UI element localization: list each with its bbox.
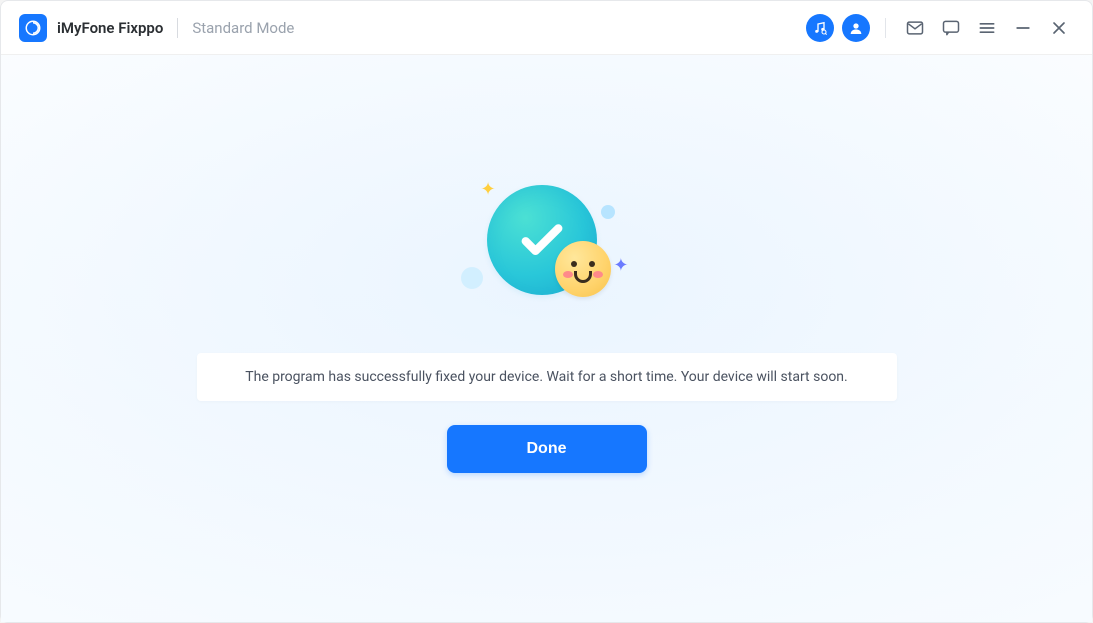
titlebar: iMyFone Fixppo Standard Mode: [1, 1, 1092, 55]
music-search-icon: [806, 14, 834, 42]
sparkle-icon: ✦: [481, 179, 496, 200]
close-button[interactable]: [1044, 13, 1074, 43]
titlebar-actions: [805, 13, 1074, 43]
decoration-dot: [461, 267, 483, 289]
minimize-button[interactable]: [1008, 13, 1038, 43]
separator: [177, 18, 178, 38]
app-logo: [19, 14, 47, 42]
chat-button[interactable]: [936, 13, 966, 43]
app-title: iMyFone Fixppo: [57, 19, 163, 37]
menu-button[interactable]: [972, 13, 1002, 43]
music-search-button[interactable]: [805, 13, 835, 43]
logo-glyph-icon: [24, 19, 42, 37]
decoration-dot: [601, 205, 615, 219]
mail-button[interactable]: [900, 13, 930, 43]
separator: [885, 18, 886, 38]
chat-icon: [941, 18, 961, 38]
mode-label: Standard Mode: [192, 19, 294, 37]
minimize-icon: [1013, 18, 1033, 38]
done-button[interactable]: Done: [447, 425, 647, 473]
main-content: ✦ ✦ The program has successfully fixed y…: [1, 55, 1092, 622]
sparkle-icon: ✦: [613, 255, 628, 276]
mail-icon: [905, 18, 925, 38]
menu-icon: [977, 18, 997, 38]
success-graphic: ✦ ✦: [457, 175, 637, 325]
app-window: iMyFone Fixppo Standard Mode: [0, 0, 1093, 623]
smiley-icon: [555, 241, 611, 297]
close-icon: [1049, 18, 1069, 38]
brand: iMyFone Fixppo: [19, 14, 163, 42]
status-message-text: The program has successfully fixed your …: [245, 369, 847, 385]
account-icon: [842, 14, 870, 42]
status-message: The program has successfully fixed your …: [197, 353, 897, 401]
account-button[interactable]: [841, 13, 871, 43]
